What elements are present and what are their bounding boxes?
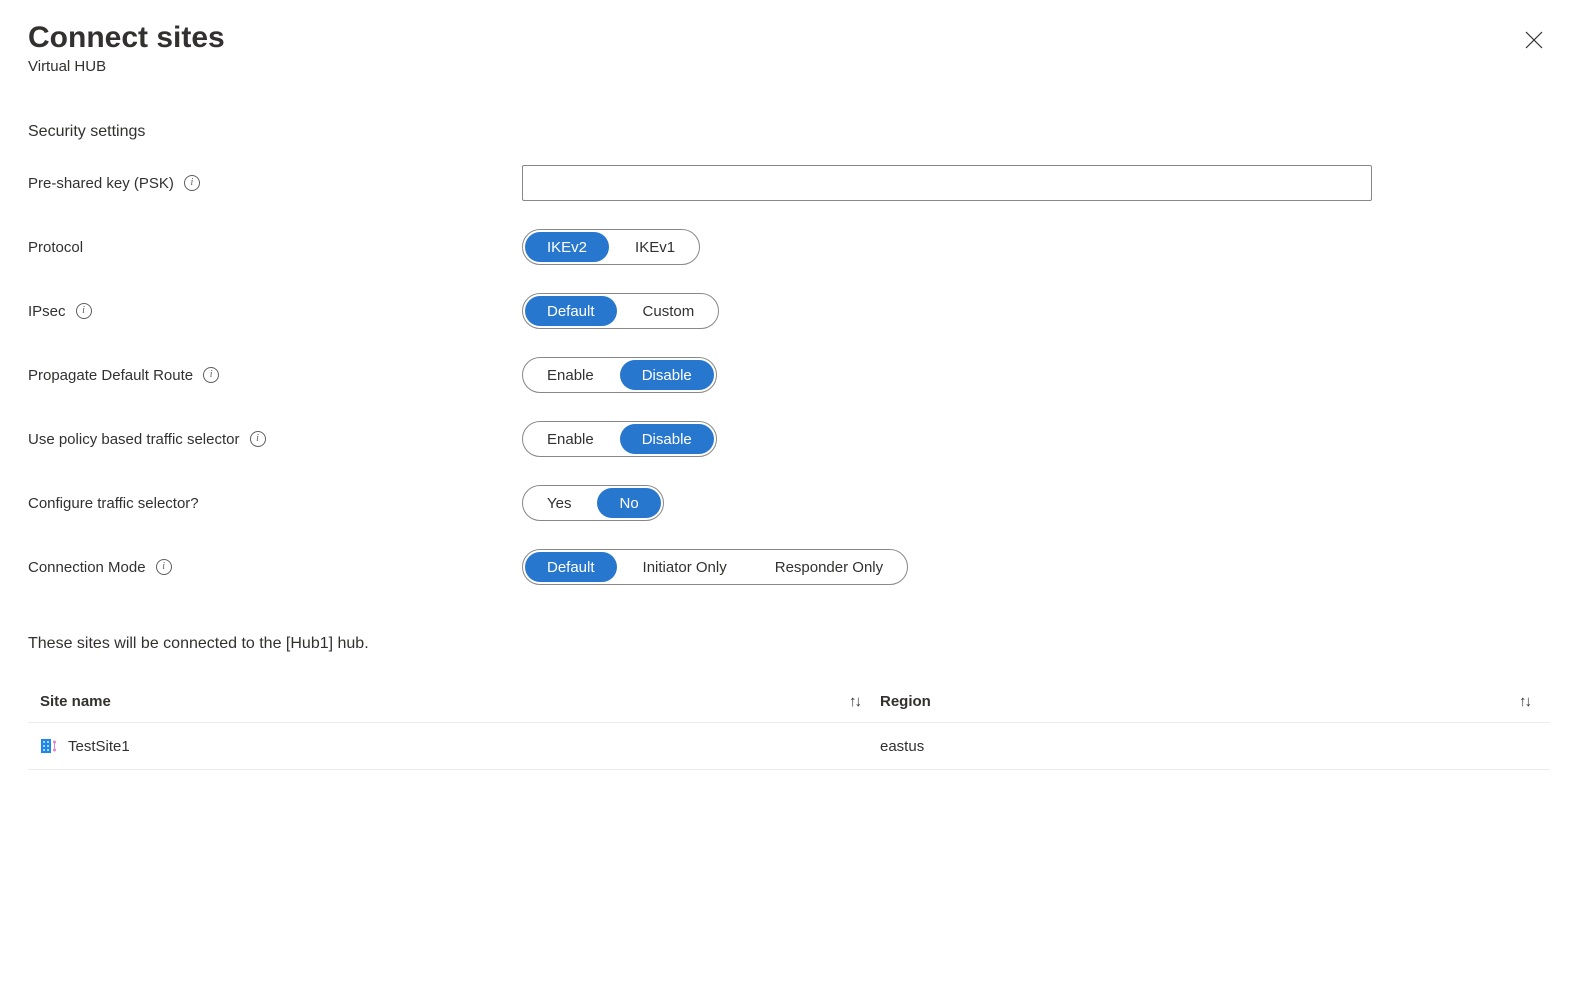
policy-selector-toggle: Enable Disable <box>522 421 717 457</box>
connmode-default-button[interactable]: Default <box>525 552 617 582</box>
configure-yes-button[interactable]: Yes <box>525 488 593 518</box>
info-icon[interactable]: i <box>203 367 219 383</box>
protocol-ikev1-button[interactable]: IKEv1 <box>613 232 697 262</box>
connection-mode-row: Connection Mode i Default Initiator Only… <box>28 549 1550 585</box>
policy-enable-button[interactable]: Enable <box>525 424 616 454</box>
info-icon[interactable]: i <box>76 303 92 319</box>
page-subtitle: Virtual HUB <box>28 58 225 75</box>
policy-selector-row: Use policy based traffic selector i Enab… <box>28 421 1550 457</box>
configure-selector-label: Configure traffic selector? <box>28 495 199 512</box>
configure-selector-toggle: Yes No <box>522 485 664 521</box>
protocol-row: Protocol IKEv2 IKEv1 <box>28 229 1550 265</box>
vpn-site-icon <box>40 737 58 755</box>
security-settings-heading: Security settings <box>28 123 1550 141</box>
protocol-ikev2-button[interactable]: IKEv2 <box>525 232 609 262</box>
connection-mode-label: Connection Mode <box>28 559 146 576</box>
connected-sites-message: These sites will be connected to the [Hu… <box>28 635 1550 653</box>
ipsec-toggle: Default Custom <box>522 293 719 329</box>
psk-row: Pre-shared key (PSK) i <box>28 165 1550 201</box>
connmode-initiator-button[interactable]: Initiator Only <box>621 552 749 582</box>
propagate-enable-button[interactable]: Enable <box>525 360 616 390</box>
ipsec-default-button[interactable]: Default <box>525 296 617 326</box>
propagate-label: Propagate Default Route <box>28 367 193 384</box>
info-icon[interactable]: i <box>184 175 200 191</box>
protocol-label: Protocol <box>28 239 83 256</box>
col-region-header[interactable]: Region <box>880 693 931 710</box>
blade-header: Connect sites Virtual HUB <box>28 20 1550 75</box>
info-icon[interactable]: i <box>250 431 266 447</box>
configure-selector-row: Configure traffic selector? Yes No <box>28 485 1550 521</box>
configure-no-button[interactable]: No <box>597 488 660 518</box>
col-sitename-header[interactable]: Site name <box>40 693 111 710</box>
connection-mode-toggle: Default Initiator Only Responder Only <box>522 549 908 585</box>
sort-icon[interactable]: ↑↓ <box>1519 693 1530 710</box>
close-icon <box>1524 30 1544 50</box>
close-button[interactable] <box>1518 24 1550 59</box>
page-title: Connect sites <box>28 20 225 56</box>
ipsec-custom-button[interactable]: Custom <box>621 296 717 326</box>
propagate-toggle: Enable Disable <box>522 357 717 393</box>
propagate-row: Propagate Default Route i Enable Disable <box>28 357 1550 393</box>
connmode-responder-button[interactable]: Responder Only <box>753 552 905 582</box>
policy-selector-label: Use policy based traffic selector <box>28 431 240 448</box>
psk-input[interactable] <box>522 165 1372 201</box>
ipsec-row: IPsec i Default Custom <box>28 293 1550 329</box>
cell-region: eastus <box>880 738 924 755</box>
sites-table: Site name ↑↓ Region ↑↓ <box>28 693 1550 770</box>
policy-disable-button[interactable]: Disable <box>620 424 714 454</box>
table-header: Site name ↑↓ Region ↑↓ <box>28 693 1550 723</box>
sort-icon[interactable]: ↑↓ <box>849 693 860 710</box>
propagate-disable-button[interactable]: Disable <box>620 360 714 390</box>
ipsec-label: IPsec <box>28 303 66 320</box>
info-icon[interactable]: i <box>156 559 172 575</box>
protocol-toggle: IKEv2 IKEv1 <box>522 229 700 265</box>
table-row[interactable]: TestSite1 eastus <box>28 723 1550 770</box>
psk-label: Pre-shared key (PSK) <box>28 175 174 192</box>
cell-sitename: TestSite1 <box>68 738 130 755</box>
